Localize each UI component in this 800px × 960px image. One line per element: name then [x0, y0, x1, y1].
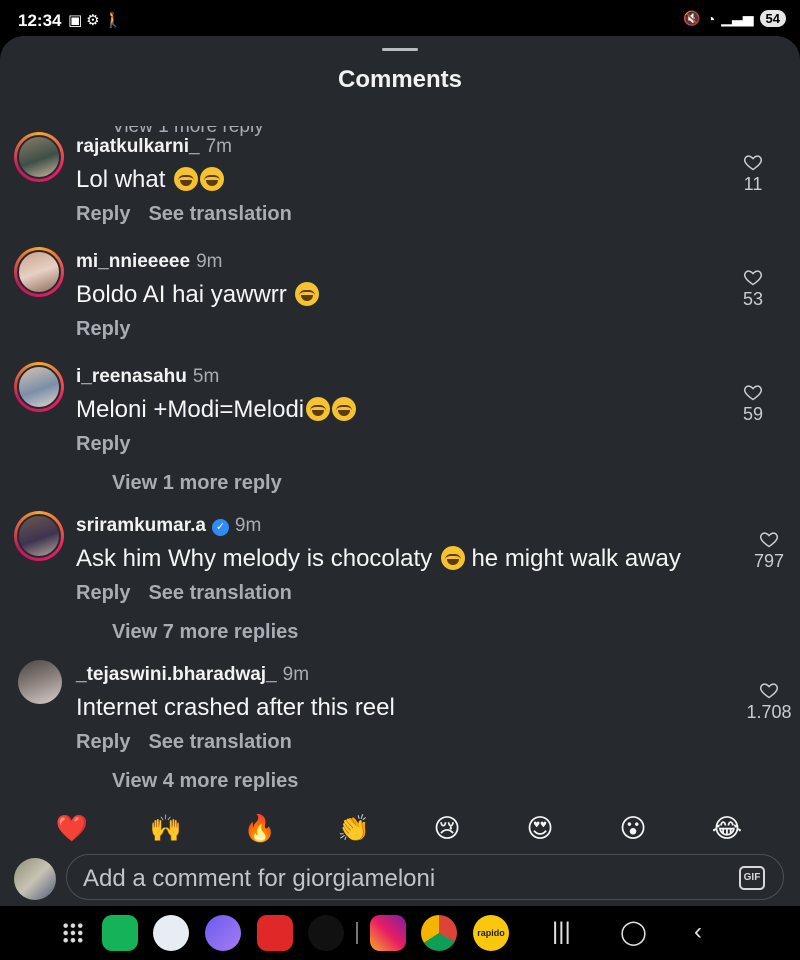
mute-icon: 🔇 [683, 10, 701, 26]
status-right-icons: 🔇 ◔ ▁▃▅ 54 [683, 10, 786, 27]
reply-button[interactable]: Reply [76, 731, 130, 753]
tears-of-joy-reaction-icon[interactable]: 😂 [709, 810, 745, 846]
instagram-app-icon[interactable] [370, 915, 406, 951]
comment-username[interactable]: rajatkulkarni_ 7m [76, 136, 232, 158]
wifi-icon: ◔ [706, 10, 716, 27]
comment-actions: Reply See translation [76, 731, 292, 754]
dock-separator [356, 922, 358, 944]
tears-of-joy-emoji [306, 397, 331, 421]
like-button[interactable]: 59 [726, 382, 780, 425]
comment-time: 9m [234, 515, 262, 536]
like-button[interactable]: 797 [742, 529, 796, 572]
comment-username[interactable]: i_reenasahu 5m [76, 366, 219, 388]
comment-text: Lol what [76, 166, 225, 194]
status-time: 12:34 [18, 11, 62, 30]
back-button[interactable]: ‹ [694, 918, 702, 946]
comment-username[interactable]: sriramkumar.a ✓ 9m [76, 515, 261, 537]
comment-time: 5m [192, 366, 220, 387]
heart-icon [759, 683, 779, 699]
reply-button[interactable]: Reply [76, 318, 130, 340]
fire-reaction-icon[interactable]: 🔥 [242, 810, 278, 846]
tears-of-joy-emoji [174, 167, 199, 191]
comment-time: 9m [282, 664, 310, 685]
tears-of-joy-emoji [295, 282, 320, 306]
recents-button[interactable]: ||| [552, 918, 571, 946]
avatar[interactable] [14, 247, 64, 297]
heart-reaction-icon[interactable]: ❤️ [54, 810, 90, 846]
avatar[interactable] [14, 362, 64, 412]
comment-text: Meloni +Modi=Melodi [76, 396, 357, 424]
like-button[interactable]: 53 [726, 267, 780, 310]
heart-icon [743, 155, 763, 171]
verified-badge-icon: ✓ [211, 519, 229, 536]
rapido-app-icon[interactable]: rapido [473, 915, 509, 951]
avatar[interactable] [18, 660, 62, 704]
clapping-hands-reaction-icon[interactable]: 👏 [336, 810, 372, 846]
comment-input[interactable]: Add a comment for giorgiameloni GIF [66, 854, 784, 900]
view-more-replies[interactable]: View 4 more replies [112, 770, 298, 793]
like-count: 1.708 [746, 702, 792, 722]
comment-input-placeholder: Add a comment for giorgiameloni [83, 865, 436, 892]
reply-button[interactable]: Reply [76, 582, 130, 604]
like-count: 53 [742, 289, 764, 309]
sheet-drag-handle[interactable] [382, 48, 418, 51]
tears-of-joy-emoji [332, 397, 357, 421]
gif-button[interactable]: GIF [739, 866, 765, 890]
quick-reactions-bar: ❤️ 🙌 🔥 👏 😢 😍 😮 😂 [0, 810, 800, 850]
messages-app-icon[interactable] [153, 915, 189, 951]
sheet-title: Comments [337, 66, 463, 93]
comment-username[interactable]: mi_nnieeeee 9m [76, 251, 222, 273]
comment-time: 7m [205, 136, 232, 157]
like-count: 797 [753, 551, 785, 571]
app-dots-icon[interactable] [308, 915, 344, 951]
status-bar: 12:34 ▣⚙🚶 🔇 ◔ ▁▃▅ 54 [0, 0, 800, 40]
tears-of-joy-emoji [440, 546, 465, 570]
home-button[interactable]: ◯ [620, 918, 647, 947]
comment-actions: Reply [76, 433, 130, 456]
chrome-app-icon[interactable] [421, 915, 457, 951]
flipboard-app-icon[interactable] [257, 915, 293, 951]
comments-sheet: Comments View 1 more reply rajatkulkarni… [0, 36, 800, 906]
comment-username[interactable]: _tejaswini.bharadwaj_ 9m [76, 664, 309, 686]
like-button[interactable]: 11 [726, 152, 780, 195]
view-more-replies[interactable]: View 1 more reply [112, 472, 282, 495]
battery-badge: 54 [759, 10, 786, 27]
navigation-bar: rapido ||| ◯ ‹ [0, 906, 800, 960]
internet-app-icon[interactable] [205, 915, 241, 951]
comment-text: Internet crashed after this reel [76, 694, 395, 721]
like-button[interactable]: 1.708 [742, 680, 796, 723]
heart-eyes-reaction-icon[interactable]: 😍 [522, 810, 558, 846]
heart-icon [743, 270, 763, 286]
comment-actions: Reply See translation [76, 582, 292, 605]
reply-button[interactable]: Reply [76, 433, 130, 455]
reply-button[interactable]: Reply [76, 203, 130, 225]
heart-icon [743, 385, 763, 401]
phone-app-icon[interactable] [102, 915, 138, 951]
tears-of-joy-emoji [200, 167, 225, 191]
avatar[interactable] [14, 511, 64, 561]
see-translation-button[interactable]: See translation [148, 582, 291, 604]
surprised-face-reaction-icon[interactable]: 😮 [615, 810, 651, 846]
signal-icon: ▁▃▅ [721, 10, 754, 26]
heart-icon [759, 532, 779, 548]
like-count: 59 [742, 404, 764, 424]
my-avatar [14, 858, 56, 900]
see-translation-button[interactable]: See translation [148, 203, 291, 225]
comment-input-row: Add a comment for giorgiameloni GIF [0, 854, 800, 906]
crying-face-reaction-icon[interactable]: 😢 [429, 810, 465, 846]
see-translation-button[interactable]: See translation [148, 731, 291, 753]
app-drawer-icon[interactable] [62, 922, 84, 944]
comment-text: Boldo AI hai yawwrr [76, 281, 320, 309]
comment-text: Ask him Why melody is chocolaty he might… [76, 545, 681, 572]
comment-actions: Reply See translation [76, 203, 292, 226]
comment-time: 9m [196, 251, 223, 272]
view-more-replies[interactable]: View 7 more replies [112, 621, 298, 644]
comment-actions: Reply [76, 318, 130, 341]
raised-hands-reaction-icon[interactable]: 🙌 [148, 810, 184, 846]
avatar[interactable] [14, 132, 64, 182]
like-count: 11 [743, 174, 763, 194]
status-notification-icons: ▣⚙🚶 [68, 12, 127, 29]
